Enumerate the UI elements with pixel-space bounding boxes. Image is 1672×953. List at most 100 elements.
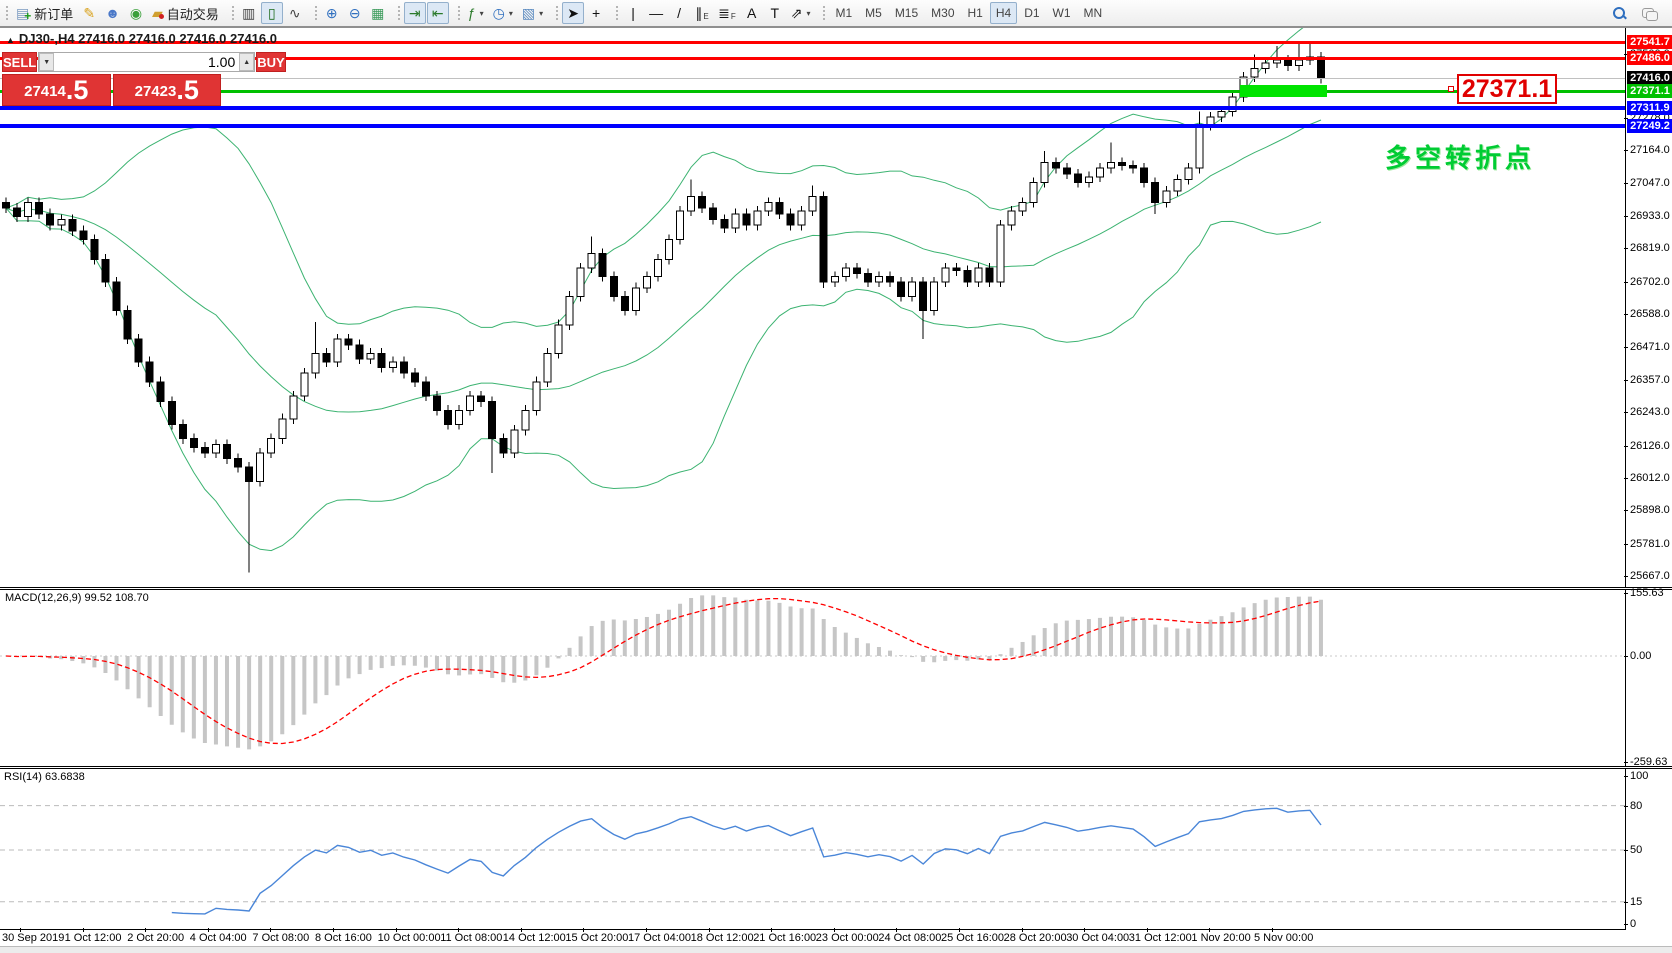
- timeframe-D1[interactable]: D1: [1018, 2, 1045, 24]
- zoom-out-button[interactable]: ⊖: [344, 2, 366, 24]
- auto-scroll-button[interactable]: ⇥: [404, 2, 426, 24]
- equidistant-channel-button[interactable]: ∥E: [691, 2, 713, 24]
- candle: [3, 202, 10, 208]
- x-axis-label: 1 Nov 20:00: [1191, 932, 1250, 944]
- chart-annotation-text[interactable]: 多空转折点: [1385, 138, 1535, 175]
- text-label-button[interactable]: T: [764, 2, 786, 24]
- toolbar-group-2: ⊕⊖▦: [313, 2, 394, 24]
- highlight-rectangle[interactable]: [1240, 85, 1327, 97]
- candle: [80, 231, 87, 240]
- collapse-panel-icon[interactable]: ▲: [6, 35, 15, 45]
- current-price-line[interactable]: [0, 78, 1625, 79]
- vertical-line-button[interactable]: |: [622, 2, 644, 24]
- y-axis-tick: 26933.0: [1630, 210, 1670, 222]
- candle: [168, 402, 175, 425]
- x-axis-label: 24 Oct 08:00: [878, 932, 941, 944]
- timeframe-H1[interactable]: H1: [962, 2, 989, 24]
- line-chart-button[interactable]: ∿: [284, 2, 306, 24]
- candle: [1174, 180, 1181, 191]
- candle: [566, 296, 573, 324]
- timeframe-H4[interactable]: H4: [990, 2, 1017, 24]
- trendline-button[interactable]: /: [668, 2, 690, 24]
- candle: [997, 225, 1004, 282]
- candle: [91, 239, 98, 259]
- zoom-in-button[interactable]: ⊕: [321, 2, 343, 24]
- new-order-button[interactable]: ▤+新订单: [12, 2, 77, 24]
- timeframe-W1[interactable]: W1: [1047, 2, 1077, 24]
- horizontal-price-line[interactable]: [0, 90, 1625, 93]
- candle: [356, 345, 363, 359]
- candle: [124, 311, 131, 339]
- candle: [1074, 174, 1081, 183]
- arrows-button[interactable]: ⇗▾: [787, 2, 815, 24]
- big-price-callout[interactable]: 27371.1: [1457, 74, 1557, 104]
- rsi-axis-tick: 0: [1630, 918, 1636, 930]
- chart-title: ▲DJ30-,H4 27416.0 27416.0 27416.0 27416.…: [6, 31, 277, 46]
- signal-icon-button[interactable]: ◉: [125, 2, 147, 24]
- fibonacci-button[interactable]: ≣F: [714, 2, 740, 24]
- x-axis-label: 28 Oct 20:00: [1004, 932, 1067, 944]
- text-button[interactable]: A: [741, 2, 763, 24]
- candle: [511, 430, 518, 453]
- candle: [743, 214, 750, 225]
- candle: [1185, 168, 1192, 179]
- one-click-trade-panel: SELL ▼ ▲ BUY 27414.5 27423.5: [2, 52, 221, 106]
- macd-axis-tick: -259.63: [1630, 756, 1667, 768]
- x-axis-label: 31 Oct 12:00: [1129, 932, 1192, 944]
- candle: [953, 268, 960, 271]
- candle: [820, 197, 827, 282]
- chart-area[interactable]: 27500.027278.027164.027047.026933.026819…: [0, 28, 1672, 953]
- buy-button[interactable]: BUY: [256, 52, 285, 72]
- candle: [478, 396, 485, 402]
- crosshair-button[interactable]: +: [585, 2, 607, 24]
- pane-separator-macd[interactable]: [0, 587, 1672, 590]
- sell-button[interactable]: SELL: [2, 52, 37, 72]
- text-label-icon: T: [770, 6, 779, 20]
- horizontal-line-button[interactable]: —: [645, 2, 667, 24]
- candlestick-button[interactable]: ▯: [261, 2, 283, 24]
- y-axis-tick: 26819.0: [1630, 242, 1670, 254]
- candle: [1295, 60, 1302, 66]
- horizontal-price-line[interactable]: [0, 106, 1625, 110]
- x-axis-label: 25 Oct 16:00: [941, 932, 1004, 944]
- candle: [798, 211, 805, 225]
- price-line-tag: 27311.9: [1627, 101, 1672, 115]
- candle: [58, 219, 65, 225]
- y-axis-tick: 25781.0: [1630, 538, 1670, 550]
- periods-button[interactable]: ◷▾: [489, 2, 517, 24]
- volume-up-button[interactable]: ▲: [239, 53, 254, 71]
- periods-icon: ◷: [493, 6, 505, 20]
- auto-trading-button[interactable]: ▰自动交易: [148, 2, 223, 24]
- candle: [688, 197, 695, 211]
- chart-shift-button[interactable]: ⇤: [427, 2, 449, 24]
- horizontal-price-line[interactable]: [0, 124, 1625, 128]
- callout-anchor-marker[interactable]: [1448, 86, 1454, 92]
- templates-button[interactable]: ▧▾: [518, 2, 547, 24]
- volume-input[interactable]: [54, 53, 239, 71]
- chat-button[interactable]: [1638, 2, 1660, 24]
- timeframe-M15[interactable]: M15: [889, 2, 924, 24]
- highlighter-icon-button[interactable]: ✎: [78, 2, 100, 24]
- indicators-button[interactable]: ƒ▾: [464, 2, 488, 24]
- candle: [312, 353, 319, 373]
- timeframe-MN[interactable]: MN: [1078, 2, 1109, 24]
- volume-down-button[interactable]: ▼: [39, 53, 54, 71]
- cursor-button[interactable]: ➤: [562, 2, 584, 24]
- tile-windows-button[interactable]: ▦: [367, 2, 389, 24]
- pane-separator-rsi[interactable]: [0, 766, 1672, 769]
- sell-price-tile[interactable]: 27414.5: [2, 74, 111, 106]
- rsi-svg: [0, 769, 1626, 929]
- candle: [334, 339, 341, 362]
- bar-chart-button[interactable]: ▥: [238, 2, 260, 24]
- timeframe-M5[interactable]: M5: [859, 2, 888, 24]
- profile-icon-button[interactable]: ☻: [101, 2, 124, 24]
- timeframe-M1[interactable]: M1: [829, 2, 858, 24]
- candle: [864, 274, 871, 283]
- candle: [853, 268, 860, 274]
- macd-axis-tick: 155.63: [1630, 587, 1664, 599]
- candle: [235, 459, 242, 468]
- timeframe-M30[interactable]: M30: [925, 2, 960, 24]
- candle: [931, 282, 938, 310]
- search-button[interactable]: [1608, 2, 1630, 24]
- buy-price-tile[interactable]: 27423.5: [113, 74, 222, 106]
